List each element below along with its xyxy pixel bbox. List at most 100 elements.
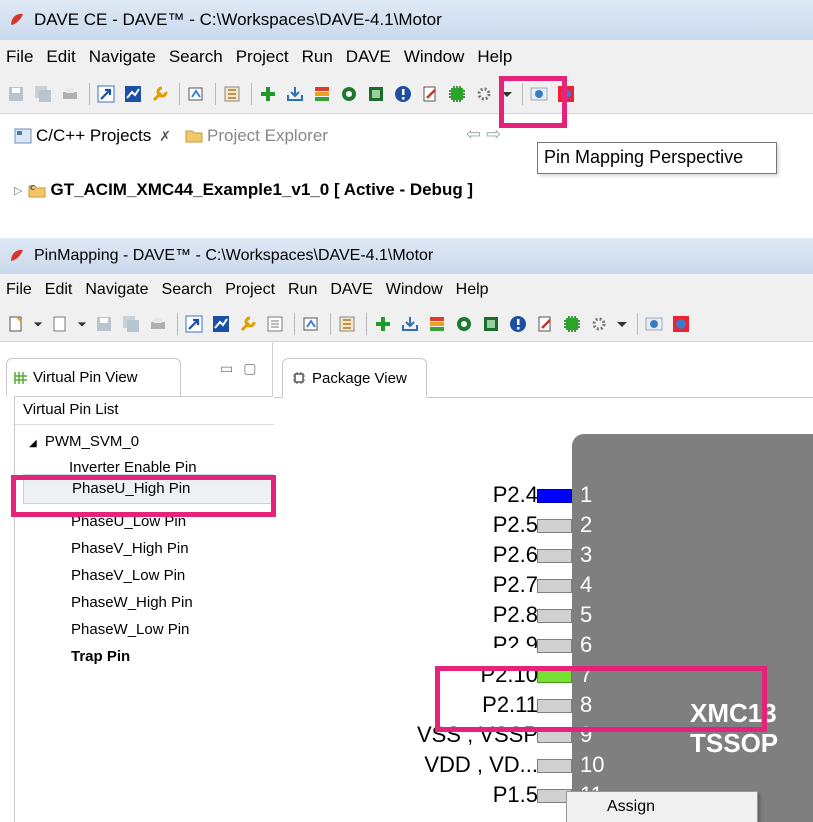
menu-window[interactable]: Window (386, 281, 443, 299)
library-icon[interactable] (222, 84, 242, 104)
project-tree-node[interactable]: ▷ C GT_ACIM_XMC44_Example1_v1_0 [ Active… (14, 180, 473, 200)
list-item-phasev-high-pin[interactable]: PhaseV_High Pin (71, 540, 189, 557)
build-arrow-icon[interactable] (96, 84, 116, 104)
chevron-down-icon[interactable] (33, 314, 43, 334)
pin-p2-4[interactable] (537, 489, 572, 503)
menu-search[interactable]: Search (162, 281, 213, 299)
generate-code-icon[interactable] (123, 84, 143, 104)
pin-p2-7[interactable] (537, 579, 572, 593)
list-item-trap-pin[interactable]: Trap Pin (71, 648, 130, 665)
menu-edit[interactable]: Edit (45, 281, 73, 299)
tab-project-explorer[interactable]: Project Explorer (185, 126, 328, 146)
pin-p2-5[interactable] (537, 519, 572, 533)
debug-gear-icon[interactable] (589, 314, 609, 334)
import-icon[interactable] (400, 314, 420, 334)
menu-dave[interactable]: DAVE (330, 281, 372, 299)
error-info-icon[interactable] (508, 314, 528, 334)
menu-dave[interactable]: DAVE (346, 47, 391, 67)
settings-icon[interactable] (671, 314, 691, 334)
report-icon[interactable] (427, 314, 447, 334)
svg-text:C: C (30, 184, 35, 192)
wrench-icon[interactable] (150, 84, 170, 104)
app-dependency-icon[interactable] (454, 314, 474, 334)
tab-virtual-pin-view-label: Virtual Pin View (33, 369, 138, 386)
menu-edit[interactable]: Edit (46, 47, 75, 67)
pin-mapping-perspective-icon[interactable] (447, 84, 467, 104)
report-icon[interactable] (312, 84, 332, 104)
pin-number: 3 (580, 542, 593, 567)
context-menu-assign[interactable]: Assign (607, 798, 655, 815)
configure-icon[interactable] (644, 314, 664, 334)
highlight-assign-menu (435, 666, 767, 732)
error-info-icon[interactable] (393, 84, 413, 104)
save-icon[interactable] (94, 314, 114, 334)
pin-number: 2 (580, 512, 593, 537)
app-dependency-icon[interactable] (339, 84, 359, 104)
new-project-icon[interactable] (301, 314, 321, 334)
new-icon[interactable] (6, 314, 26, 334)
pin-p2-9[interactable] (537, 639, 572, 653)
list-header: Virtual Pin List (15, 397, 274, 425)
chip-package (572, 434, 813, 822)
print-icon[interactable] (60, 84, 80, 104)
add-app-icon[interactable] (258, 84, 278, 104)
library-icon[interactable] (337, 314, 357, 334)
menu-search[interactable]: Search (169, 47, 223, 67)
list-item-inverter-enable-pin[interactable]: Inverter Enable Pin (69, 459, 197, 473)
save-all-icon[interactable] (121, 314, 141, 334)
build-arrow-icon[interactable] (184, 314, 204, 334)
menu-help[interactable]: Help (456, 281, 489, 299)
tab-package-view[interactable]: Package View (282, 358, 427, 398)
chevron-down-icon[interactable] (616, 314, 628, 334)
toolbar-separator (215, 82, 216, 105)
tree-node-pwm-svm[interactable]: ◢ PWM_SVM_0 (29, 433, 139, 450)
pin-number: 4 (580, 572, 593, 597)
menu-run[interactable]: Run (288, 281, 317, 299)
list-item-phasew-high-pin[interactable]: PhaseW_High Pin (71, 594, 193, 611)
menu-project[interactable]: Project (225, 281, 275, 299)
debug-gear-icon[interactable] (474, 84, 494, 104)
image-icon[interactable] (366, 84, 386, 104)
edit-doc-icon[interactable] (535, 314, 555, 334)
generate-code-icon[interactable] (211, 314, 231, 334)
import-icon[interactable] (285, 84, 305, 104)
tab-virtual-pin-view[interactable]: Virtual Pin View (6, 358, 181, 396)
menu-navigate[interactable]: Navigate (89, 47, 156, 67)
print-icon[interactable] (148, 314, 168, 334)
save-all-icon[interactable] (33, 84, 53, 104)
list-item-phasev-low-pin[interactable]: PhaseV_Low Pin (71, 567, 185, 584)
image-icon[interactable] (481, 314, 501, 334)
menu-file[interactable]: File (6, 281, 32, 299)
list-item-phasew-low-pin[interactable]: PhaseW_Low Pin (71, 621, 189, 638)
tab-cpp-projects[interactable]: C/C++ Projects ✗ (14, 126, 171, 146)
tree-expand-icon[interactable]: ▷ (14, 184, 22, 197)
virtual-pin-view-pane: Virtual Pin View ▭▢ Virtual Pin List ◢ P… (0, 342, 274, 822)
edit-doc-icon[interactable] (420, 84, 440, 104)
chevron-down-icon[interactable] (77, 314, 87, 334)
project-name: GT_ACIM_XMC44_Example1_v1_0 [ Active - D… (50, 180, 474, 199)
minimize-maximize-icon[interactable]: ▭▢ (220, 360, 266, 377)
menu-navigate[interactable]: Navigate (85, 281, 148, 299)
new-file-icon[interactable] (50, 314, 70, 334)
tree-collapse-icon[interactable]: ◢ (29, 438, 37, 449)
virtual-pin-list: Virtual Pin List ◢ PWM_SVM_0 Inverter En… (14, 396, 274, 822)
menu-help[interactable]: Help (477, 47, 512, 67)
add-app-icon[interactable] (373, 314, 393, 334)
nav-arrows-icon[interactable]: ⇦ ⇨ (466, 124, 501, 145)
menu-window[interactable]: Window (404, 47, 464, 67)
pin-number: 6 (580, 632, 593, 657)
wrench-icon[interactable] (238, 314, 258, 334)
menu-project[interactable]: Project (236, 47, 289, 67)
menu-run[interactable]: Run (302, 47, 333, 67)
window-title: PinMapping - DAVE™ - C:\Workspaces\DAVE-… (34, 247, 434, 264)
save-icon[interactable] (6, 84, 26, 104)
menu-file[interactable]: File (6, 47, 33, 67)
pin-vdd[interactable] (537, 759, 572, 773)
pin-label-p2-8: P2.8 (492, 602, 538, 627)
pin-p2-8[interactable] (537, 609, 572, 623)
new-project-icon[interactable] (186, 84, 206, 104)
pin-mapping-perspective-icon[interactable] (562, 314, 582, 334)
pin-p2-6[interactable] (537, 549, 572, 563)
close-icon[interactable]: ✗ (159, 128, 171, 145)
binary-icon[interactable] (265, 314, 285, 334)
